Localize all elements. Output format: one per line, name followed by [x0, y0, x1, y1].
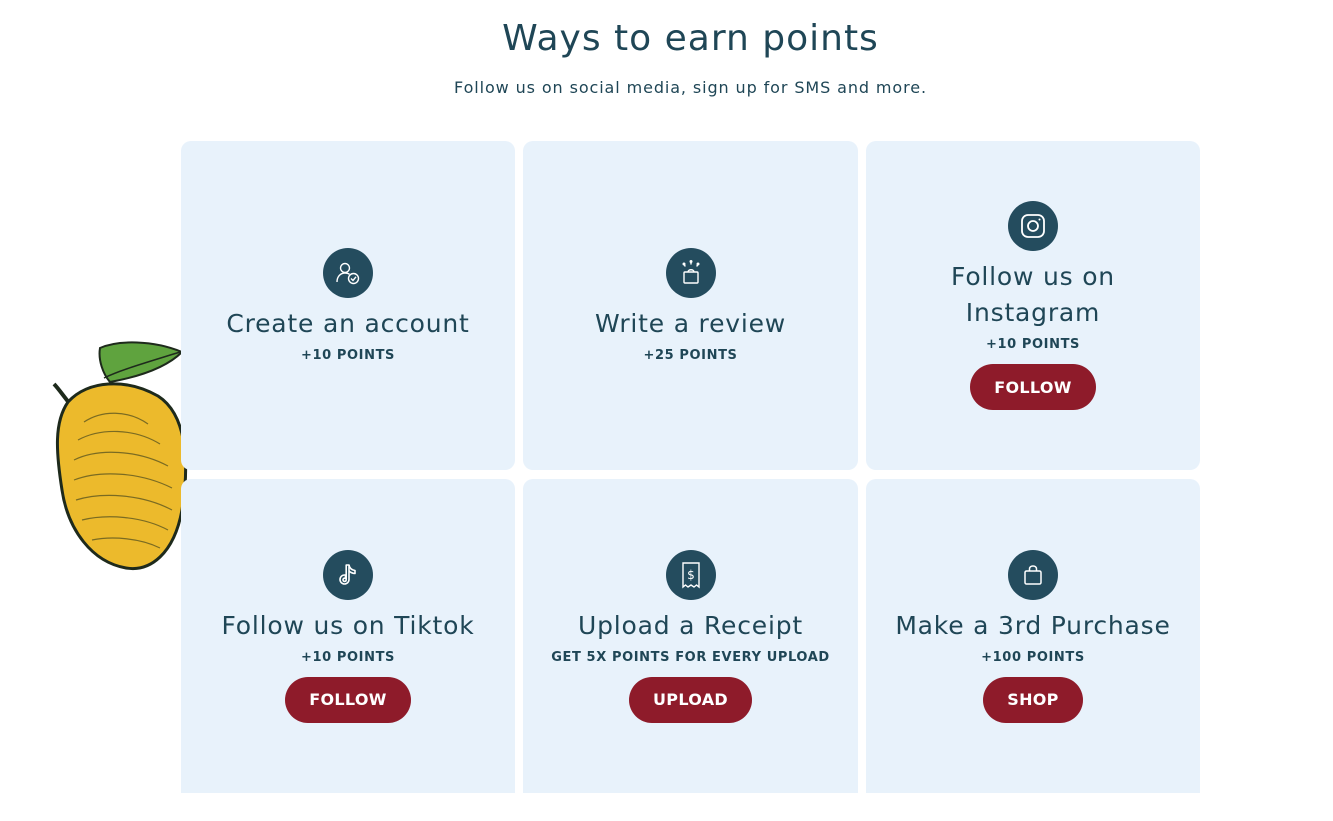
shopping-bag-icon — [1008, 549, 1058, 600]
earn-card-tiktok: Follow us on Tiktok +10 POINTS FOLLOW — [181, 479, 515, 793]
earn-card-instagram: Follow us on Instagram +10 POINTS FOLLOW — [866, 141, 1200, 470]
follow-tiktok-button[interactable]: FOLLOW — [285, 676, 411, 723]
shop-button[interactable]: SHOP — [983, 676, 1083, 723]
earn-card-write-review: Write a review +25 POINTS — [523, 141, 858, 470]
card-title: Upload a Receipt — [578, 610, 803, 640]
earn-card-third-purchase: Make a 3rd Purchase +100 POINTS SHOP — [866, 479, 1200, 793]
earn-card-create-account: Create an account +10 POINTS — [181, 141, 515, 470]
user-check-icon — [323, 248, 373, 298]
card-points: +10 POINTS — [300, 649, 396, 665]
card-points: +25 POINTS — [643, 348, 738, 363]
card-title: Write a review — [594, 309, 787, 338]
card-points: +10 POINTS — [300, 348, 396, 363]
svg-text:$: $ — [687, 568, 695, 582]
earn-card-upload-receipt: $ Upload a Receipt GET 5X POINTS FOR EVE… — [523, 479, 858, 793]
receipt-icon: $ — [665, 549, 716, 600]
page-subtitle: Follow us on social media, sign up for S… — [454, 78, 927, 97]
instagram-icon — [1008, 201, 1058, 251]
card-points: GET 5X POINTS FOR EVERY UPLOAD — [551, 649, 830, 665]
review-gift-icon — [665, 248, 716, 298]
card-points: +10 POINTS — [985, 337, 1081, 352]
card-title: Follow us on Instagram — [951, 262, 1115, 327]
card-title: Follow us on Tiktok — [221, 610, 475, 640]
mango-illustration — [52, 341, 188, 571]
follow-instagram-button[interactable]: FOLLOW — [970, 364, 1096, 410]
page-title: Ways to earn points — [502, 18, 879, 59]
card-title: Create an account — [226, 309, 470, 338]
upload-receipt-button[interactable]: UPLOAD — [629, 676, 752, 723]
card-title: Make a 3rd Purchase — [895, 610, 1171, 640]
card-points: +100 POINTS — [981, 649, 1085, 665]
tiktok-icon — [323, 549, 373, 600]
